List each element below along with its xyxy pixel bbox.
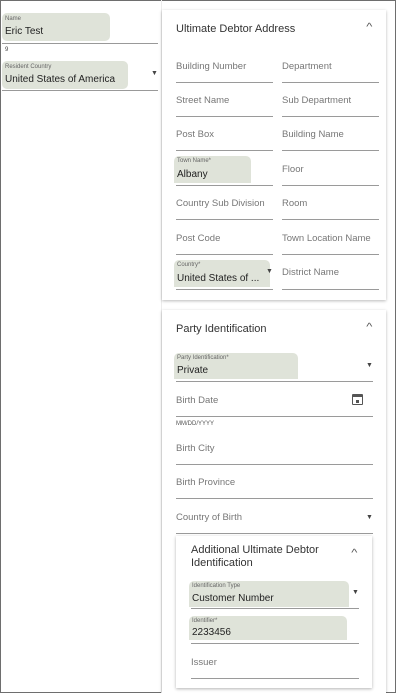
building-number-underline [176, 82, 273, 83]
birth-city-underline [176, 464, 373, 465]
building-name-underline [282, 150, 379, 151]
department-underline [282, 82, 379, 83]
identification-type-label: Identification Type [192, 583, 241, 589]
town-name-value: Albany [177, 169, 208, 180]
country-underline [176, 289, 273, 290]
street-name-field[interactable]: Street Name [176, 95, 272, 106]
additional-identification-title-line1: Additional Ultimate Debtor [191, 544, 319, 556]
town-name-field[interactable]: Town Name* Albany [174, 156, 251, 183]
additional-identification-chevron-up-icon[interactable]: ^ [351, 548, 357, 559]
sub-department-underline [282, 116, 379, 117]
post-code-field[interactable]: Post Code [176, 233, 272, 244]
town-location-name-underline [282, 254, 379, 255]
resident-country-label: Resident Country [5, 64, 52, 70]
floor-underline [282, 185, 379, 186]
building-number-field[interactable]: Building Number [176, 61, 272, 72]
party-identification-select-label: Party Identification* [177, 355, 229, 361]
ultimate-debtor-address-title: Ultimate Debtor Address [176, 23, 296, 35]
name-field[interactable]: Name Eric Test [2, 13, 110, 41]
identification-type-select[interactable]: Identification Type Customer Number [189, 581, 349, 607]
identification-type-caret-down-icon[interactable]: ▼ [352, 589, 359, 596]
identification-type-underline [191, 608, 359, 609]
country-select[interactable]: Country* United States of ... [174, 260, 270, 287]
country-sub-division-underline [176, 219, 273, 220]
room-field[interactable]: Room [282, 198, 379, 209]
issuer-field[interactable]: Issuer [191, 657, 351, 668]
identifier-value: 2233456 [192, 627, 231, 638]
floor-field[interactable]: Floor [282, 164, 379, 175]
district-name-field[interactable]: District Name [282, 267, 379, 278]
party-identification-underline [176, 381, 373, 382]
birth-date-hint: MM/DD/YYYY [176, 421, 215, 427]
country-select-label: Country* [177, 262, 201, 268]
ultimate-debtor-address-chevron-up-icon[interactable]: ^ [367, 22, 373, 33]
department-field[interactable]: Department [282, 61, 379, 72]
town-location-name-field[interactable]: Town Location Name [282, 233, 380, 244]
building-name-field[interactable]: Building Name [282, 129, 379, 140]
name-field-value: Eric Test [5, 26, 44, 37]
name-field-underline [2, 43, 158, 44]
resident-country-select[interactable]: Resident Country United States of Americ… [2, 61, 128, 89]
post-box-underline [176, 150, 273, 151]
sub-department-field[interactable]: Sub Department [282, 95, 379, 106]
party-identification-select-value: Private [177, 365, 209, 376]
birth-province-field[interactable]: Birth Province [176, 477, 366, 488]
identifier-label: Identifier* [192, 618, 218, 624]
issuer-underline [191, 678, 359, 679]
party-identification-caret-down-icon[interactable]: ▼ [366, 362, 373, 369]
post-code-underline [176, 254, 273, 255]
resident-country-caret-down-icon[interactable]: ▼ [151, 70, 158, 77]
resident-country-underline [2, 90, 158, 91]
party-identification-chevron-up-icon[interactable]: ^ [367, 322, 373, 333]
town-name-label: Town Name* [177, 158, 212, 164]
birth-date-underline [176, 416, 373, 417]
country-select-value: United States of ... [177, 273, 260, 284]
country-of-birth-select[interactable]: Country of Birth [176, 512, 356, 523]
additional-identification-title-line2: Identification [191, 557, 253, 569]
resident-country-value: United States of America [5, 74, 116, 85]
birth-date-field[interactable]: Birth Date [176, 395, 326, 406]
name-field-label: Name [5, 16, 22, 22]
street-name-underline [176, 116, 273, 117]
identifier-field[interactable]: Identifier* 2233456 [189, 616, 347, 640]
country-of-birth-caret-down-icon[interactable]: ▼ [366, 514, 373, 521]
country-caret-down-icon[interactable]: ▼ [266, 268, 273, 275]
room-underline [282, 219, 379, 220]
district-name-underline [282, 289, 379, 290]
calendar-icon[interactable] [352, 394, 363, 405]
post-box-field[interactable]: Post Box [176, 129, 272, 140]
birth-city-field[interactable]: Birth City [176, 443, 366, 454]
party-identification-select[interactable]: Party Identification* Private [174, 353, 298, 379]
birth-province-underline [176, 498, 373, 499]
identifier-underline [191, 643, 359, 644]
country-of-birth-underline [176, 533, 373, 534]
party-identification-title: Party Identification [176, 323, 267, 335]
helper-text: 9 [5, 47, 9, 53]
ultimate-debtor-address-card: Ultimate Debtor Address ^ [162, 10, 386, 300]
identification-type-value: Customer Number [192, 593, 274, 604]
country-sub-division-field[interactable]: Country Sub Division [176, 198, 274, 209]
town-name-underline [176, 185, 273, 186]
